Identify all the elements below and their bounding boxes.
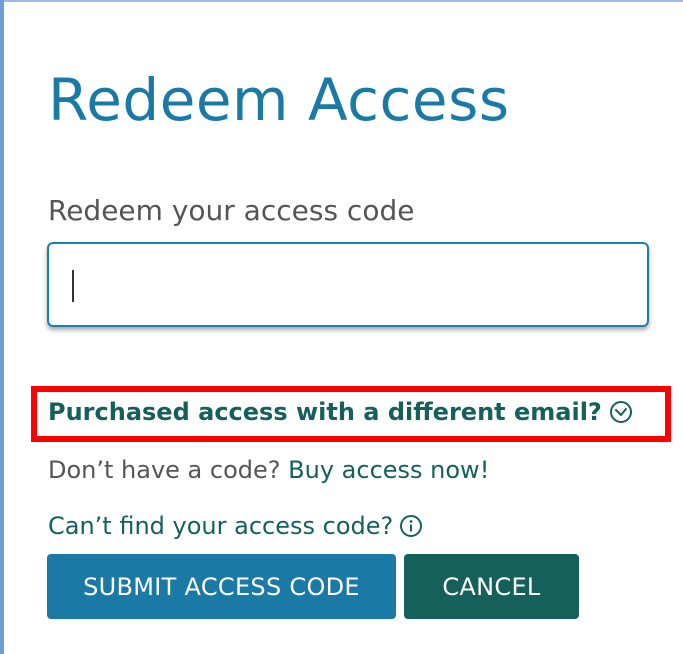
- submit-access-code-button[interactable]: SUBMIT ACCESS CODE: [47, 554, 396, 619]
- access-code-input[interactable]: [47, 242, 649, 327]
- cant-find-code-link[interactable]: Can’t find your access code?: [48, 512, 423, 540]
- no-code-text: Don’t have a code?: [48, 456, 281, 484]
- clock-arrow-icon: [609, 400, 633, 424]
- redeem-access-panel: Redeem Access Redeem your access code Pu…: [0, 0, 683, 654]
- text-caret: [72, 270, 74, 302]
- info-icon[interactable]: [399, 514, 423, 538]
- no-code-row: Don’t have a code? Buy access now!: [48, 456, 489, 484]
- panel-top-border: [0, 0, 683, 2]
- different-email-label: Purchased access with a different email?: [48, 398, 602, 426]
- access-code-label: Redeem your access code: [48, 194, 415, 227]
- page-title: Redeem Access: [48, 66, 510, 134]
- panel-left-border: [0, 0, 4, 654]
- different-email-link[interactable]: Purchased access with a different email?: [48, 398, 633, 426]
- buy-access-link[interactable]: Buy access now!: [288, 456, 489, 484]
- cant-find-label: Can’t find your access code?: [48, 512, 394, 540]
- cancel-button[interactable]: CANCEL: [404, 554, 579, 619]
